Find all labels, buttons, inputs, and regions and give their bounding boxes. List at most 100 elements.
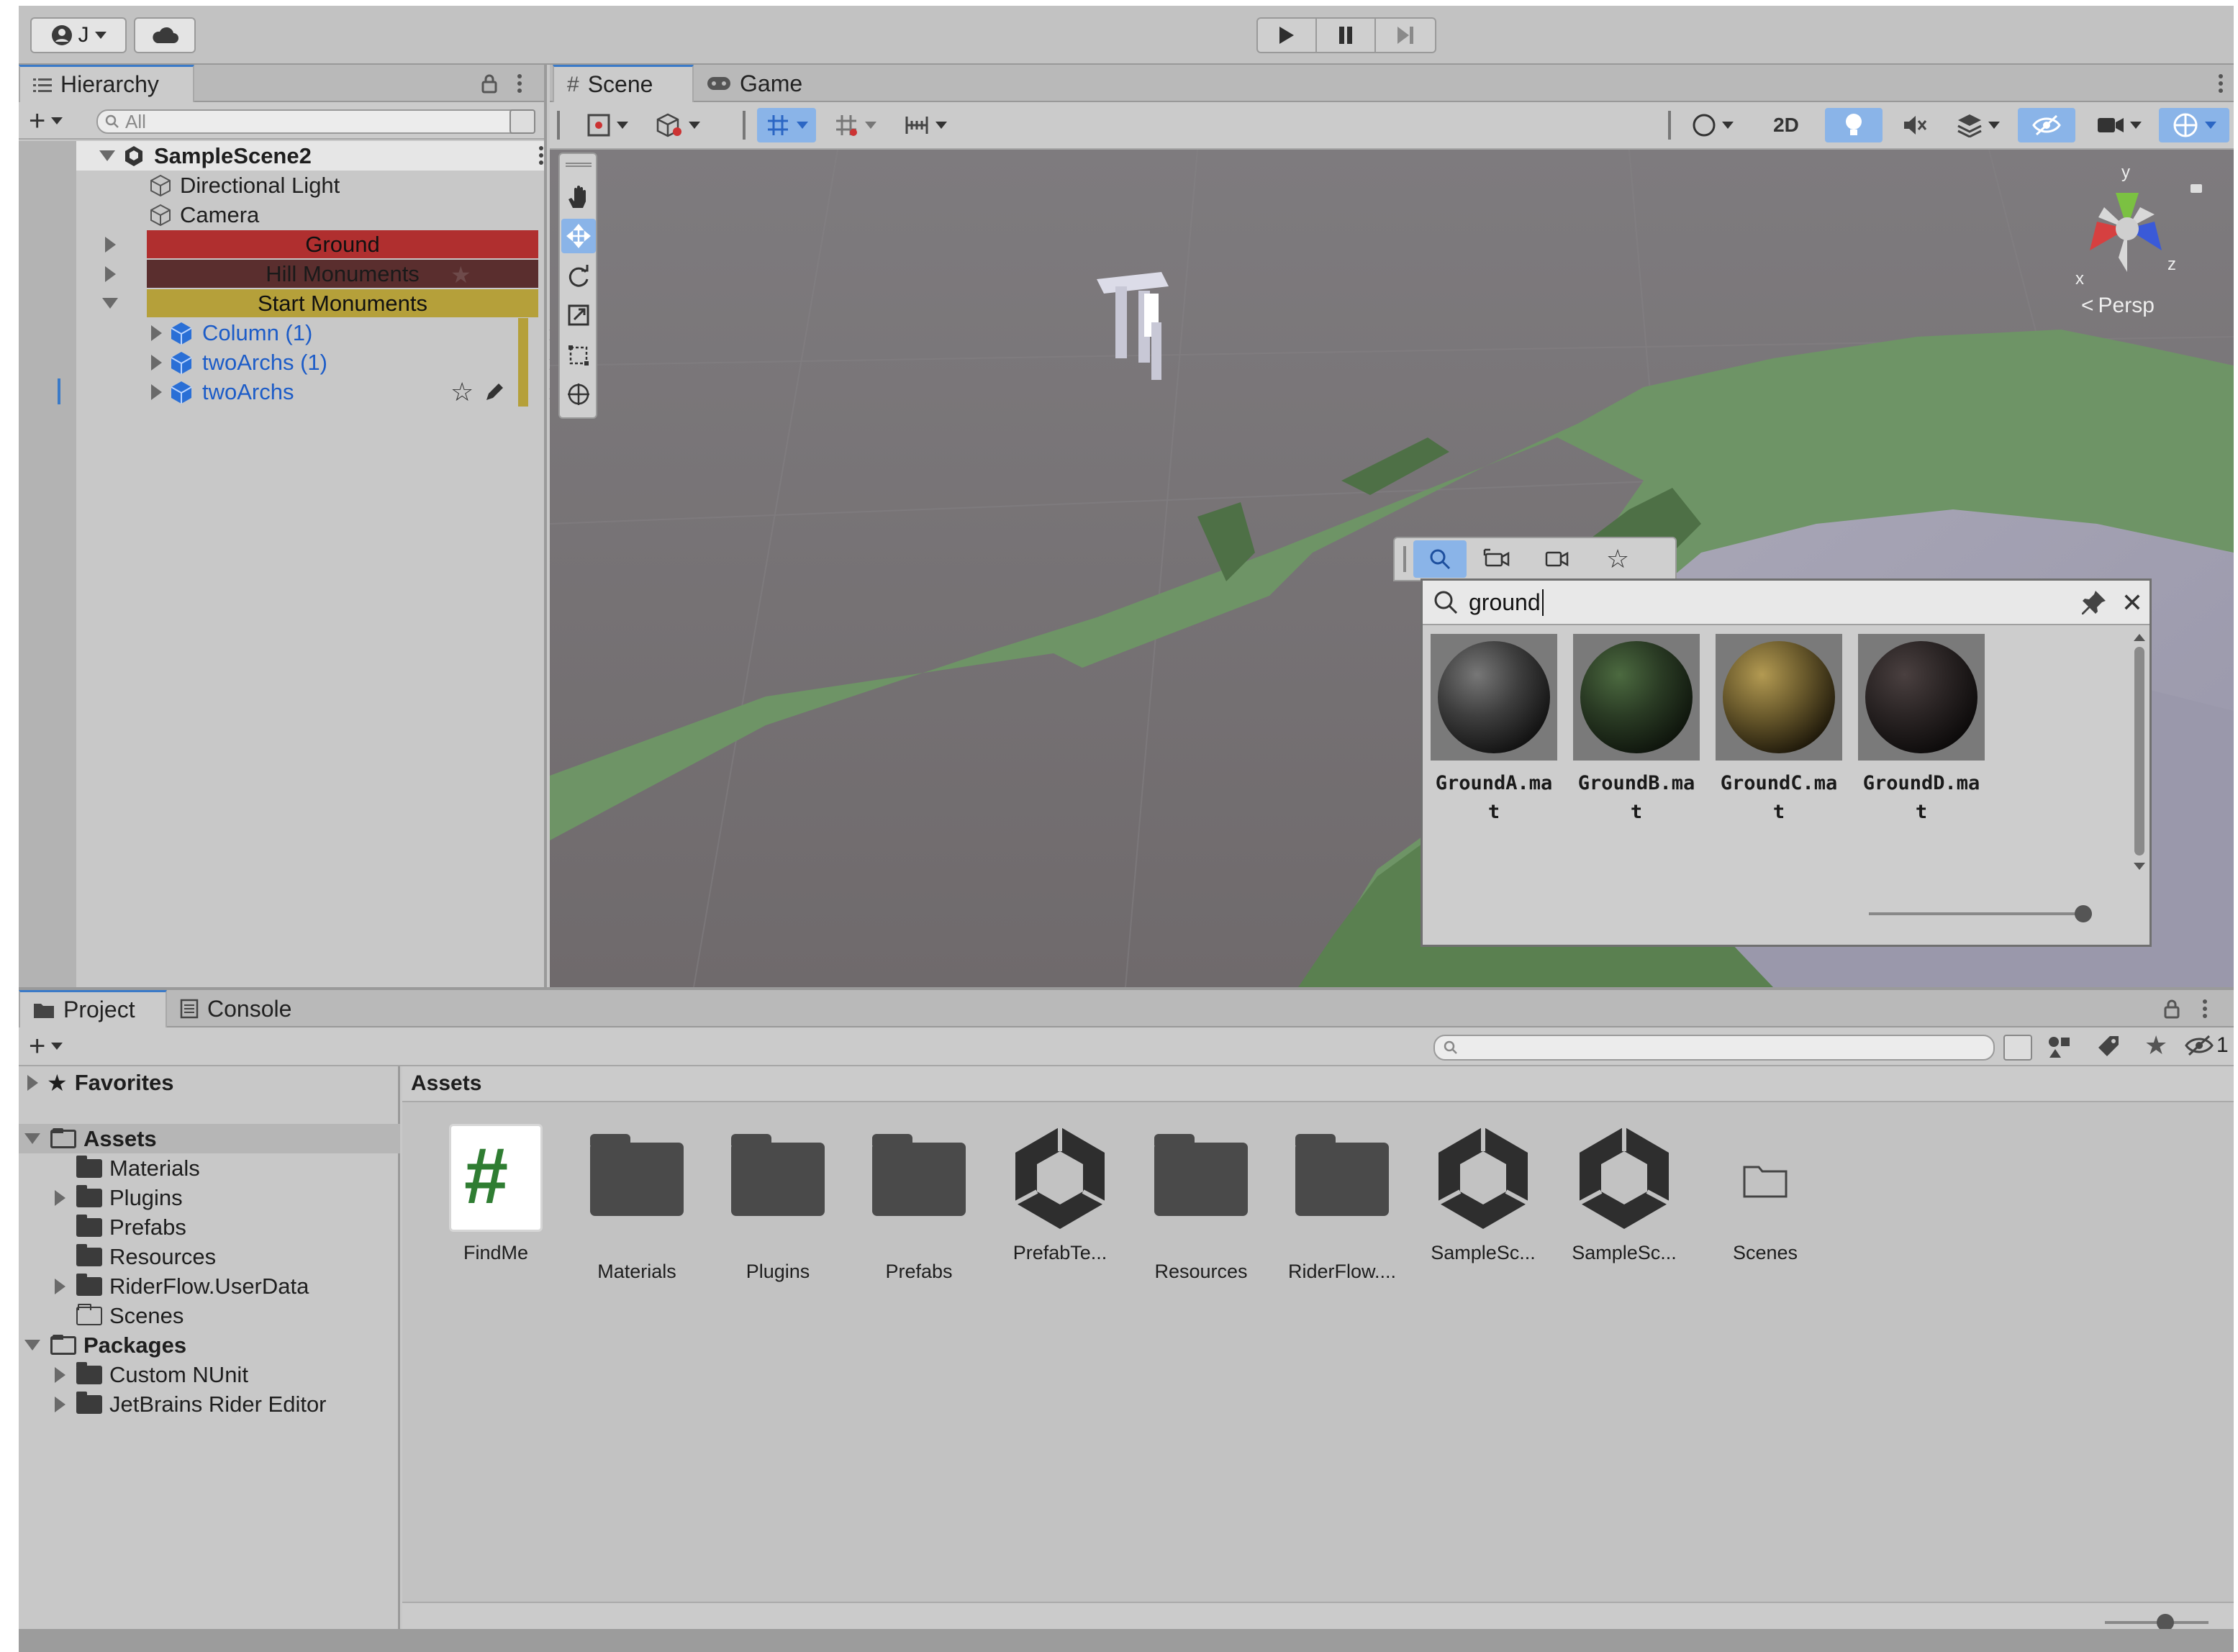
scroll-down-icon[interactable] xyxy=(2134,863,2145,870)
overlay-search-button[interactable] xyxy=(1413,540,1467,578)
expand-arrow-icon[interactable] xyxy=(105,236,116,253)
more-options-icon[interactable] xyxy=(517,73,522,94)
slider-thumb[interactable] xyxy=(2075,905,2092,922)
rect-tool-button[interactable] xyxy=(561,338,596,373)
render-mode-dropdown[interactable] xyxy=(648,108,708,142)
overlay-scrollbar[interactable] xyxy=(2132,631,2147,883)
pencil-icon[interactable] xyxy=(484,381,505,403)
shading-dropdown[interactable] xyxy=(1682,108,1743,142)
expand-arrow-icon[interactable] xyxy=(55,1278,65,1294)
transform-tool-button[interactable] xyxy=(561,377,596,412)
tab-console[interactable]: Console xyxy=(167,990,311,1027)
scene-row[interactable]: SampleScene2 xyxy=(76,141,544,171)
package-row[interactable]: Custom NUnit xyxy=(19,1360,400,1389)
camera-dropdown[interactable] xyxy=(2088,108,2150,142)
step-button[interactable] xyxy=(1376,19,1435,52)
expand-arrow-icon[interactable] xyxy=(151,324,162,341)
more-options-icon[interactable] xyxy=(538,145,544,165)
cloud-button[interactable] xyxy=(134,17,196,53)
gameobject-row[interactable]: Camera xyxy=(76,200,602,230)
star-icon[interactable]: ★ xyxy=(450,261,471,289)
star-icon[interactable]: ☆ xyxy=(450,377,474,407)
expand-arrow-icon[interactable] xyxy=(151,354,162,371)
material-result[interactable]: GroundC.mat xyxy=(1715,634,1843,827)
prefab-row[interactable]: twoArchs ☆ › xyxy=(76,377,557,407)
prefab-row[interactable]: Column (1) › xyxy=(76,318,557,348)
tab-game[interactable]: Game xyxy=(694,65,823,102)
overlay-zoom-slider[interactable] xyxy=(1869,903,2099,925)
asset-item-scene[interactable]: PrefabTe... xyxy=(995,1124,1125,1264)
folder-row-ground[interactable]: Ground xyxy=(76,230,602,259)
orientation-gizmo[interactable]: y x z < Persp xyxy=(2047,163,2212,322)
pause-button[interactable] xyxy=(1317,19,1376,52)
project-search-input[interactable] xyxy=(1433,1035,1995,1061)
tab-project[interactable]: Project xyxy=(19,990,167,1027)
expand-arrow-icon[interactable] xyxy=(24,1133,40,1144)
2d-toggle[interactable]: 2D xyxy=(1757,108,1815,142)
packages-row[interactable]: Packages xyxy=(19,1330,400,1360)
overlay-search-field[interactable]: ground ✕ xyxy=(1423,581,2149,625)
overlay-favorites-button[interactable]: ☆ xyxy=(1587,540,1648,578)
move-tool-button[interactable] xyxy=(561,219,596,253)
scroll-thumb[interactable] xyxy=(2134,647,2144,856)
folder-row-scenes[interactable]: Scenes xyxy=(19,1301,400,1330)
expand-arrow-icon[interactable] xyxy=(99,150,115,161)
scene-visibility-toggle[interactable] xyxy=(2018,108,2075,142)
lock-icon[interactable] xyxy=(481,73,498,94)
breadcrumb[interactable]: Assets xyxy=(411,1071,481,1096)
expand-arrow-icon[interactable] xyxy=(102,298,118,309)
persp-toggle[interactable]: < Persp xyxy=(2081,294,2155,318)
scene-viewport[interactable]: y x z < Persp ☆ ground ✕ GroundA.mat Gro… xyxy=(550,150,2234,987)
lighting-toggle[interactable] xyxy=(1825,108,1883,142)
expand-arrow-icon[interactable] xyxy=(24,1340,40,1351)
material-result[interactable]: GroundA.mat xyxy=(1430,634,1558,827)
favorite-search-icon[interactable]: ★ xyxy=(2144,1030,2167,1061)
overlay-camera-button[interactable] xyxy=(1527,540,1587,578)
asset-item-scene[interactable]: SampleSc... xyxy=(1559,1124,1689,1264)
overlay-scene-camera-button[interactable] xyxy=(1467,540,1527,578)
folder-row-prefabs[interactable]: Prefabs xyxy=(19,1212,400,1242)
asset-item-folder[interactable]: RiderFlow.... xyxy=(1277,1124,1407,1283)
create-asset-button[interactable]: + xyxy=(29,1032,63,1061)
more-options-icon[interactable] xyxy=(2218,73,2224,94)
asset-item-empty-folder[interactable]: Scenes xyxy=(1700,1124,1830,1264)
play-button[interactable] xyxy=(1258,19,1317,52)
draw-mode-dropdown[interactable] xyxy=(579,108,636,142)
audio-toggle[interactable] xyxy=(1890,108,1940,142)
scale-tool-button[interactable] xyxy=(561,298,596,332)
gizmos-dropdown[interactable] xyxy=(2159,108,2229,142)
overlay-pin-button[interactable] xyxy=(2073,585,2114,621)
grid-snap-toggle[interactable] xyxy=(757,108,816,142)
folder-row-resources[interactable]: Resources xyxy=(19,1242,400,1271)
hand-tool-button[interactable] xyxy=(561,180,596,214)
expand-arrow-icon[interactable] xyxy=(27,1074,38,1091)
expand-arrow-icon[interactable] xyxy=(55,1189,65,1206)
gameobject-row[interactable]: Directional Light xyxy=(76,171,602,200)
asset-item-folder[interactable]: Plugins xyxy=(713,1124,843,1283)
expand-arrow-icon[interactable] xyxy=(105,266,116,282)
gizmo-lock-icon[interactable] xyxy=(2191,184,2202,193)
folder-row-riderflow[interactable]: RiderFlow.UserData xyxy=(19,1271,400,1301)
asset-item-script[interactable]: # FindMe xyxy=(431,1124,561,1264)
prefab-row[interactable]: twoArchs (1) › xyxy=(76,348,557,377)
grid-visibility-dropdown[interactable] xyxy=(825,108,885,142)
asset-item-folder[interactable]: Resources xyxy=(1136,1124,1266,1283)
search-scope-button[interactable] xyxy=(2003,1035,2032,1061)
expand-arrow-icon[interactable] xyxy=(55,1396,65,1412)
tab-hierarchy[interactable]: Hierarchy xyxy=(19,65,194,102)
folder-row-materials[interactable]: Materials xyxy=(19,1153,400,1183)
package-row[interactable]: JetBrains Rider Editor xyxy=(19,1389,400,1419)
create-button[interactable]: + xyxy=(29,106,63,135)
filter-by-type-icon[interactable] xyxy=(2047,1035,2072,1061)
lock-icon[interactable] xyxy=(2163,999,2180,1019)
overlay-close-button[interactable]: ✕ xyxy=(2116,585,2148,621)
more-options-icon[interactable] xyxy=(2202,999,2208,1019)
material-result[interactable]: GroundB.mat xyxy=(1572,634,1700,827)
hidden-packages-toggle[interactable]: 1 xyxy=(2185,1033,2229,1058)
asset-item-folder[interactable]: Materials xyxy=(572,1124,702,1283)
expand-arrow-icon[interactable] xyxy=(55,1366,65,1383)
asset-item-folder[interactable]: Prefabs xyxy=(854,1124,984,1283)
hierarchy-search-input[interactable]: All xyxy=(96,109,525,134)
scroll-up-icon[interactable] xyxy=(2134,634,2145,641)
account-dropdown[interactable]: J xyxy=(30,17,127,53)
